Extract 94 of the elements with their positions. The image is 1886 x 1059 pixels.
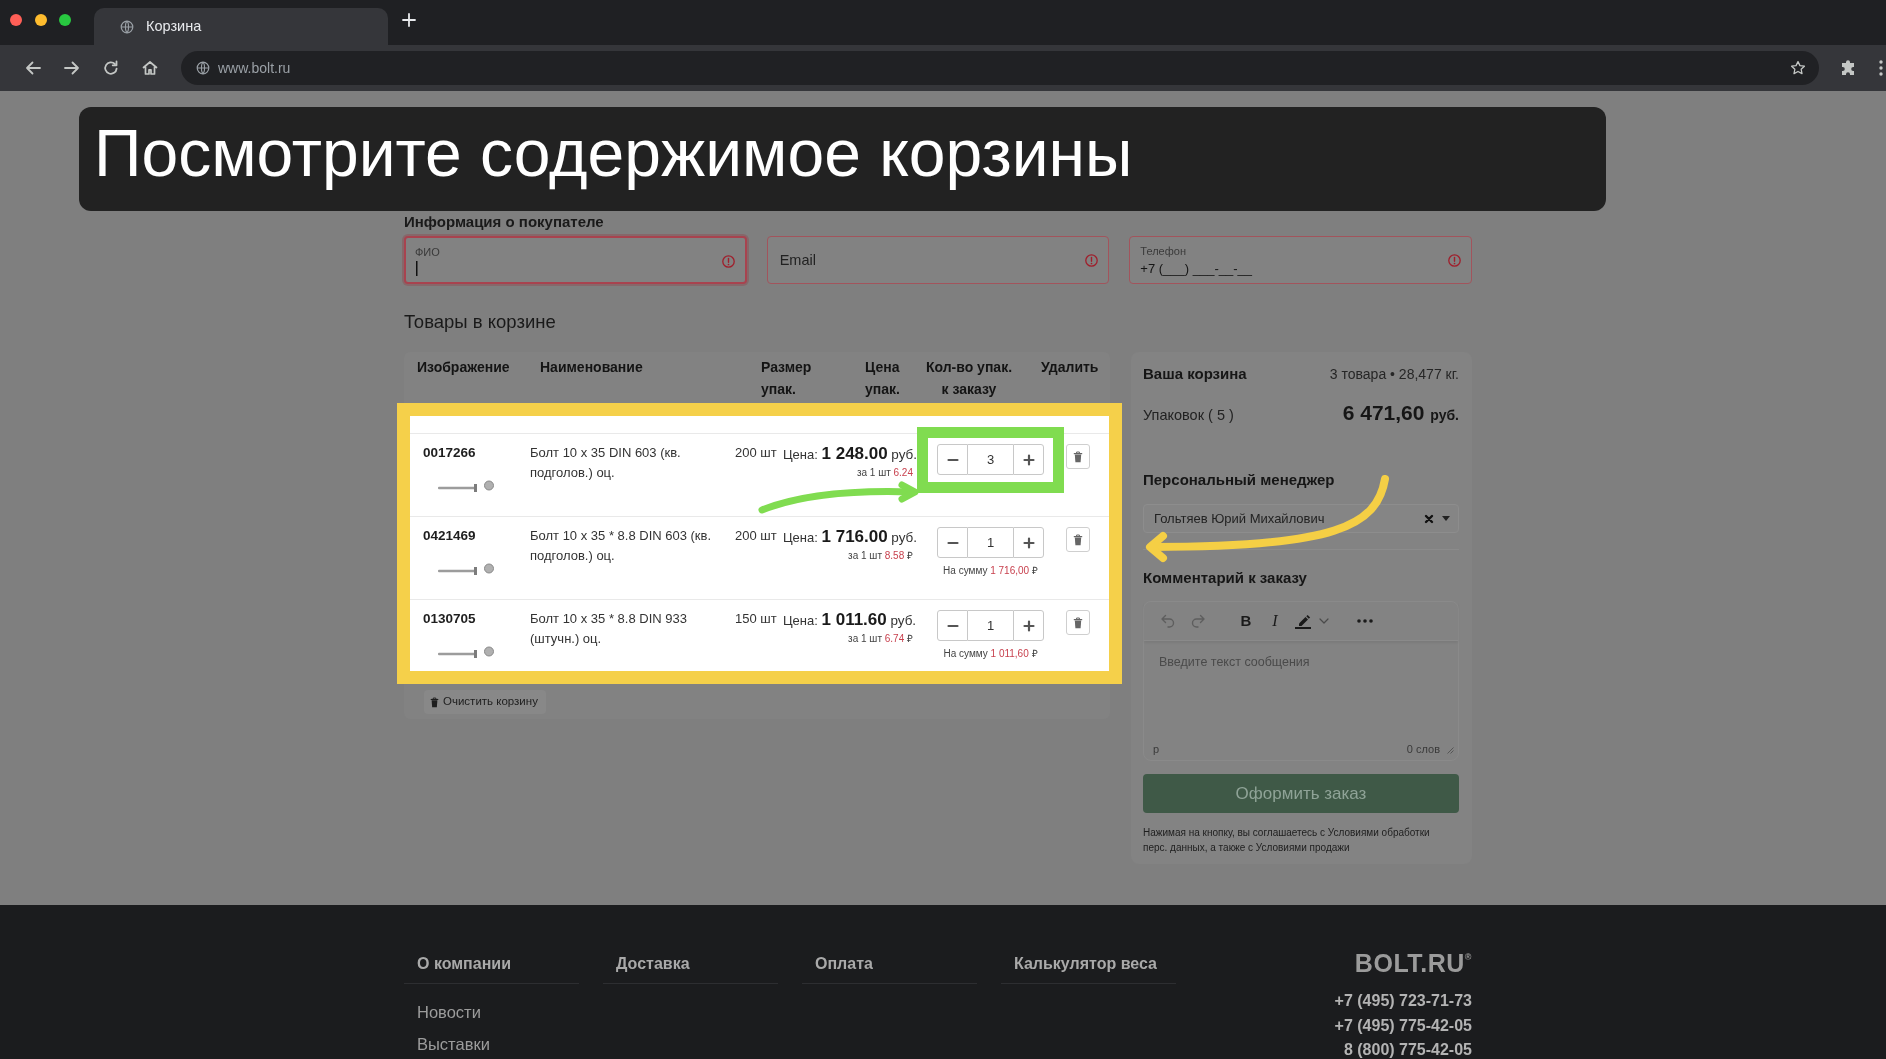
comment-field[interactable]: Введите текст сообщения: [1159, 653, 1443, 713]
site-logo[interactable]: BOLT.RU$^{®}$: [1200, 949, 1472, 977]
delete-button[interactable]: [1066, 444, 1090, 469]
minimize-window-icon[interactable]: [34, 14, 47, 26]
column-header: Наименование: [540, 359, 643, 375]
decrease-button[interactable]: [937, 444, 968, 475]
word-count: 0 слов: [1406, 742, 1440, 758]
sum-total: На сумму 1 716,00 ₽: [942, 564, 1039, 578]
package-count: Упаковок ( 5 ): [1143, 406, 1234, 425]
pack-size: 150 шт: [735, 610, 778, 628]
highlighter-icon[interactable]: [1294, 613, 1312, 629]
decrease-button[interactable]: [937, 610, 968, 641]
section-heading: Информация о покупателе: [404, 212, 605, 232]
input-field[interactable]: Телефон +7 (___) ___-__-__: [1129, 236, 1472, 284]
alert-icon: [721, 255, 735, 268]
package-price: Цена: 1 011.60 руб.: [783, 610, 913, 631]
decrease-button[interactable]: [937, 527, 968, 558]
more-icon[interactable]: [1357, 619, 1373, 623]
comment-editor[interactable]: B I Введите текст сообщения p 0 слов: [1143, 601, 1459, 761]
unit-price: за 1 шт 6.24: [855, 466, 913, 480]
column-header: Кол-во упак. к заказу: [924, 358, 1014, 399]
panel-title: Комментарий к заказу: [1143, 568, 1308, 588]
bolt-drawing: [437, 644, 495, 660]
footer-link[interactable]: Доставка: [603, 953, 778, 984]
product-code: 0130705: [423, 610, 477, 628]
increase-button[interactable]: [1013, 444, 1044, 475]
delete-button[interactable]: [1066, 527, 1090, 552]
browser-tab[interactable]: Корзина: [94, 8, 388, 45]
trash-icon: [1073, 533, 1083, 546]
trash-icon: [1073, 450, 1083, 463]
column-header: Удалить: [1041, 359, 1099, 375]
clear-cart-button[interactable]: Очистить корзину: [424, 690, 546, 714]
caret-down-icon[interactable]: [1442, 516, 1450, 521]
unit-price: за 1 шт 6.74 ₽: [847, 632, 913, 646]
footer-link[interactable]: О компании: [404, 953, 579, 984]
reload-icon[interactable]: [102, 59, 120, 77]
phone-number: 8 (800) 775-42-05: [1342, 1040, 1472, 1059]
footer-link[interactable]: Оплата: [802, 953, 977, 984]
plus-icon: [1022, 536, 1035, 549]
close-icon[interactable]: [1424, 513, 1434, 524]
trash-icon: [430, 696, 439, 708]
manager-select[interactable]: Гольтяев Юрий Михайлович: [1143, 504, 1459, 533]
increase-button[interactable]: [1013, 527, 1044, 558]
panel-title: Персональный менеджер: [1143, 470, 1336, 490]
alert-icon: [1085, 254, 1099, 267]
input-field[interactable]: Email: [766, 236, 1110, 284]
plus-icon: [1022, 453, 1035, 466]
column-header: Размер упак.: [761, 358, 813, 399]
product-code: 0017266: [423, 444, 477, 462]
home-icon[interactable]: [141, 59, 159, 77]
product-name: Болт 10 x 35 DIN 603 (кв. подголов.) оц.: [530, 444, 682, 482]
consent-note: Нажимая на кнопку, вы соглашаетесь с Условиями обработки перс. данных, а также с Условиями продажи: [1143, 826, 1431, 855]
section-heading: Товары в корзине: [404, 310, 557, 334]
resize-grip-icon[interactable]: [1446, 745, 1454, 754]
bolt-drawing: [437, 478, 495, 494]
column-header: Изображение: [417, 359, 510, 375]
alert-icon: [1448, 254, 1461, 267]
star-icon[interactable]: [1790, 60, 1806, 76]
pack-size: 200 шт: [735, 527, 778, 545]
unit-price: за 1 шт 8.58 ₽: [847, 549, 913, 563]
column-header: Цена упак.: [865, 358, 901, 399]
back-arrow-icon[interactable]: [24, 59, 42, 77]
plus-icon[interactable]: [402, 13, 416, 27]
caption-banner: Посмотрите содержимое корзины: [79, 107, 1606, 211]
pack-size: 200 шт: [735, 444, 778, 462]
close-window-icon[interactable]: [10, 14, 22, 26]
cart-info: 3 товара • 28,477 кг.: [1329, 365, 1459, 384]
total-price: 6 471,60 руб.: [1342, 400, 1459, 426]
forward-arrow-icon[interactable]: [63, 59, 81, 77]
element-path: p: [1153, 742, 1160, 758]
phone-number: +7 (495) 723-71-73: [1333, 991, 1472, 1011]
trash-icon: [1073, 616, 1083, 629]
product-name: Болт 10 x 35 * 8.8 DIN 933 (штучн.) оц.: [530, 610, 688, 648]
bold-button[interactable]: B: [1239, 609, 1253, 633]
footer-link[interactable]: Новости: [404, 1001, 603, 1023]
footer-link[interactable]: Калькулятор веса: [1001, 953, 1176, 984]
italic-button[interactable]: I: [1268, 609, 1282, 633]
puzzle-piece-icon[interactable]: [1839, 59, 1857, 77]
plus-icon: [1022, 619, 1035, 632]
footer-link[interactable]: Выставки: [404, 1033, 603, 1055]
delete-button[interactable]: [1066, 610, 1090, 635]
sum-total: На сумму 1 011,60 ₽: [942, 647, 1039, 661]
address-bar[interactable]: www.bolt.ru: [181, 51, 1819, 85]
menu-icon[interactable]: [1879, 60, 1883, 76]
product-name: Болт 10 x 35 * 8.8 DIN 603 (кв. подголов.) оц.: [530, 527, 713, 565]
globe-icon: [120, 19, 134, 34]
text-cursor-icon: [416, 261, 418, 276]
bolt-drawing: [437, 561, 495, 577]
globe-icon: [196, 61, 210, 75]
phone-number: +7 (495) 775-42-05: [1333, 1015, 1472, 1036]
product-code: 0421469: [423, 527, 477, 545]
panel-title: Ваша корзина: [1143, 364, 1247, 384]
maximize-window-icon[interactable]: [59, 14, 71, 26]
increase-button[interactable]: [1013, 610, 1044, 641]
